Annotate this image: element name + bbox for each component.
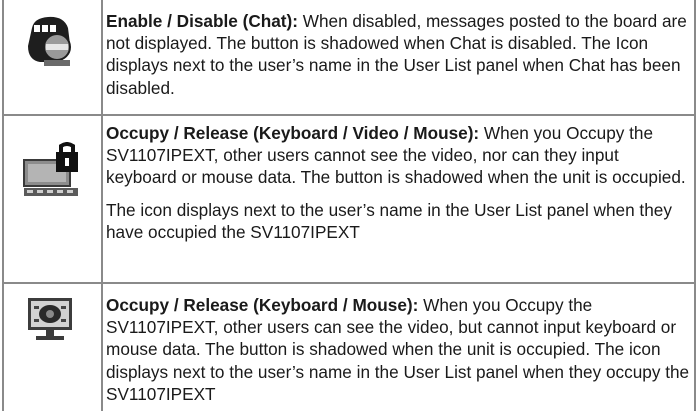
chat-disabled-icon (24, 14, 76, 68)
table-row: Occupy / Release (Keyboard / Video / Mou… (2, 116, 696, 282)
occupy-kvm-icon (22, 142, 82, 198)
table-row: Enable / Disable (Chat): When disabled, … (2, 0, 696, 114)
item-title: Occupy / Release (Keyboard / Mouse): (106, 295, 419, 315)
icon-cell (2, 116, 101, 282)
description-paragraph: Enable / Disable (Chat): When disabled, … (106, 10, 692, 99)
description-paragraph: The icon displays next to the user’s nam… (106, 199, 672, 242)
description-paragraph: Occupy / Release (Keyboard / Video / Mou… (106, 122, 692, 189)
item-title: Enable / Disable (Chat): (106, 11, 298, 31)
occupy-km-icon (26, 296, 74, 342)
icon-cell (2, 0, 101, 114)
description-cell: Enable / Disable (Chat): When disabled, … (106, 10, 692, 99)
table-row: Occupy / Release (Keyboard / Mouse): Whe… (2, 284, 696, 411)
icon-cell (2, 284, 101, 411)
description-cell: Occupy / Release (Keyboard / Video / Mou… (106, 122, 692, 243)
description-paragraph: Occupy / Release (Keyboard / Mouse): Whe… (106, 294, 692, 405)
icon-description-table: Enable / Disable (Chat): When disabled, … (2, 0, 696, 411)
item-title: Occupy / Release (Keyboard / Video / Mou… (106, 123, 480, 143)
description-cell: Occupy / Release (Keyboard / Mouse): Whe… (106, 294, 692, 405)
